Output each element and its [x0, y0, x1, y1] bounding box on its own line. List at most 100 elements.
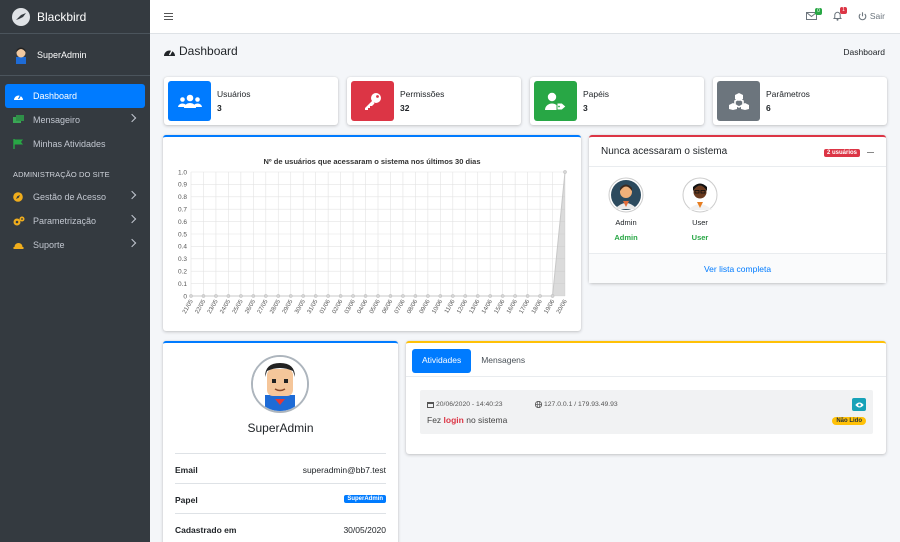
- info-box-value: 3: [583, 103, 588, 113]
- menu-toggle-icon[interactable]: [164, 13, 173, 20]
- sidebar-item-label: Gestão de Acesso: [33, 192, 107, 202]
- tachometer-icon: [13, 91, 25, 101]
- info-box-value: 6: [766, 103, 771, 113]
- x-tick-label: 26/05: [244, 298, 257, 315]
- data-point: [313, 294, 318, 298]
- collapse-icon[interactable]: [867, 152, 874, 154]
- user-role: Admin: [614, 233, 638, 242]
- breadcrumb[interactable]: Dashboard: [843, 47, 885, 57]
- user-tag-icon: [534, 81, 577, 121]
- data-point: [450, 294, 455, 298]
- data-point: [538, 294, 542, 298]
- globe-icon: [535, 401, 542, 408]
- sidebar-item-minhas-atividades[interactable]: Minhas Atividades: [5, 132, 145, 156]
- y-tick-label: 0.9: [178, 182, 187, 189]
- x-tick-label: 05/06: [369, 298, 382, 315]
- x-tick-label: 15/06: [494, 298, 507, 315]
- registered-label: Cadastrado em: [175, 525, 237, 535]
- navbar-right: 0 1 Sair: [790, 7, 885, 21]
- x-tick-label: 08/06: [406, 298, 419, 315]
- activity-status-badge: Não Lido: [832, 417, 866, 425]
- x-tick-label: 06/06: [381, 298, 394, 315]
- data-point: [251, 294, 256, 298]
- activity-card: Atividades Mensagens 20/06/2020 - 14:40:…: [406, 341, 886, 454]
- messages-button[interactable]: 0: [805, 8, 822, 20]
- tab-mensagens[interactable]: Mensagens: [471, 349, 535, 373]
- data-point: [563, 170, 567, 174]
- x-tick-label: 24/05: [219, 298, 232, 315]
- info-box-label: Papéis: [583, 89, 609, 99]
- compass-icon: [13, 192, 25, 202]
- logout-button[interactable]: Sair: [858, 11, 885, 21]
- brand-name: Blackbird: [37, 9, 87, 24]
- notifications-button[interactable]: 1: [832, 7, 847, 21]
- sidebar-item-parametrizacao[interactable]: Parametrização: [5, 209, 145, 233]
- data-point: [463, 294, 468, 298]
- y-tick-label: 0.1: [178, 281, 187, 288]
- user-panel-name: SuperAdmin: [37, 49, 87, 60]
- view-full-list-link[interactable]: Ver lista completa: [589, 253, 886, 283]
- x-tick-label: 02/06: [332, 298, 345, 315]
- sidebar-item-gestao-acesso[interactable]: Gestão de Acesso: [5, 185, 145, 209]
- x-tick-label: 11/06: [444, 298, 457, 314]
- data-point: [214, 294, 218, 298]
- info-box-label: Permissões: [400, 89, 445, 99]
- data-point: [388, 294, 393, 298]
- y-tick-label: 0.6: [178, 219, 187, 226]
- sidebar-section-header: ADMINISTRAÇÃO DO SITE: [13, 170, 110, 179]
- user-card-user[interactable]: User User: [675, 177, 725, 242]
- x-tick-label: 04/06: [357, 298, 370, 315]
- info-box-parametros: Parâmetros 6: [713, 77, 887, 125]
- y-tick-label: 0: [183, 293, 187, 300]
- data-point: [239, 294, 243, 298]
- sidebar-item-dashboard[interactable]: Dashboard: [5, 84, 145, 108]
- x-tick-label: 27/05: [257, 298, 270, 315]
- cubes-icon: [717, 81, 760, 121]
- profile-name: SuperAdmin: [247, 421, 314, 435]
- data-point: [189, 294, 193, 298]
- data-point: [550, 294, 555, 298]
- y-tick-label: 0.2: [178, 269, 187, 276]
- x-tick-label: 16/06: [506, 298, 519, 315]
- data-point: [276, 294, 281, 298]
- view-activity-button[interactable]: [852, 398, 866, 411]
- role-badge: SuperAdmin: [344, 495, 386, 503]
- sidebar-item-mensageiro[interactable]: Mensageiro: [5, 108, 145, 132]
- tabs-divider: [406, 376, 886, 377]
- activity-item: 20/06/2020 - 14:40:23 127.0.0.1 / 179.93…: [420, 390, 873, 434]
- data-point: [475, 294, 480, 298]
- hard-hat-icon: [13, 240, 25, 250]
- sidebar: Blackbird SuperAdmin Dashboard Mensageir…: [0, 0, 150, 542]
- data-point: [263, 294, 268, 298]
- user-name: User: [692, 218, 708, 227]
- users-count-badge: 2 usuários: [823, 149, 860, 157]
- email-value: superadmin@bb7.test: [302, 465, 386, 475]
- brand-link[interactable]: Blackbird: [0, 0, 150, 34]
- x-tick-label: 17/06: [519, 298, 532, 315]
- info-box-papeis: Papéis 3: [530, 77, 704, 125]
- sidebar-item-label: Mensageiro: [33, 115, 81, 125]
- x-tick-label: 21/05: [182, 298, 195, 315]
- profile-avatar: [251, 355, 309, 413]
- profile-registered-row: Cadastrado em 30/05/2020: [175, 513, 386, 542]
- x-tick-label: 31/05: [307, 298, 320, 315]
- data-point: [513, 294, 517, 298]
- y-tick-label: 0.7: [178, 207, 187, 214]
- access-chart-card: Nº de usuários que acessaram o sistema n…: [163, 135, 581, 331]
- power-off-icon: [858, 11, 867, 20]
- activity-tabs: Atividades Mensagens: [412, 349, 535, 373]
- tab-atividades[interactable]: Atividades: [412, 349, 472, 373]
- data-point: [488, 294, 493, 298]
- calendar-icon: [427, 402, 434, 408]
- info-box-value: 32: [400, 103, 410, 113]
- logout-label: Sair: [869, 11, 885, 21]
- info-box-usuarios: Usuários 3: [164, 77, 338, 125]
- top-navbar: 0 1 Sair: [150, 0, 900, 34]
- x-tick-label: 19/06: [544, 298, 557, 315]
- user-card-admin[interactable]: Admin Admin: [601, 177, 651, 242]
- sidebar-item-suporte[interactable]: Suporte: [5, 233, 145, 257]
- user-panel[interactable]: SuperAdmin: [0, 34, 150, 76]
- info-box-label: Parâmetros: [766, 89, 810, 99]
- chevron-right-icon: [127, 113, 137, 123]
- user-avatar: [682, 177, 718, 213]
